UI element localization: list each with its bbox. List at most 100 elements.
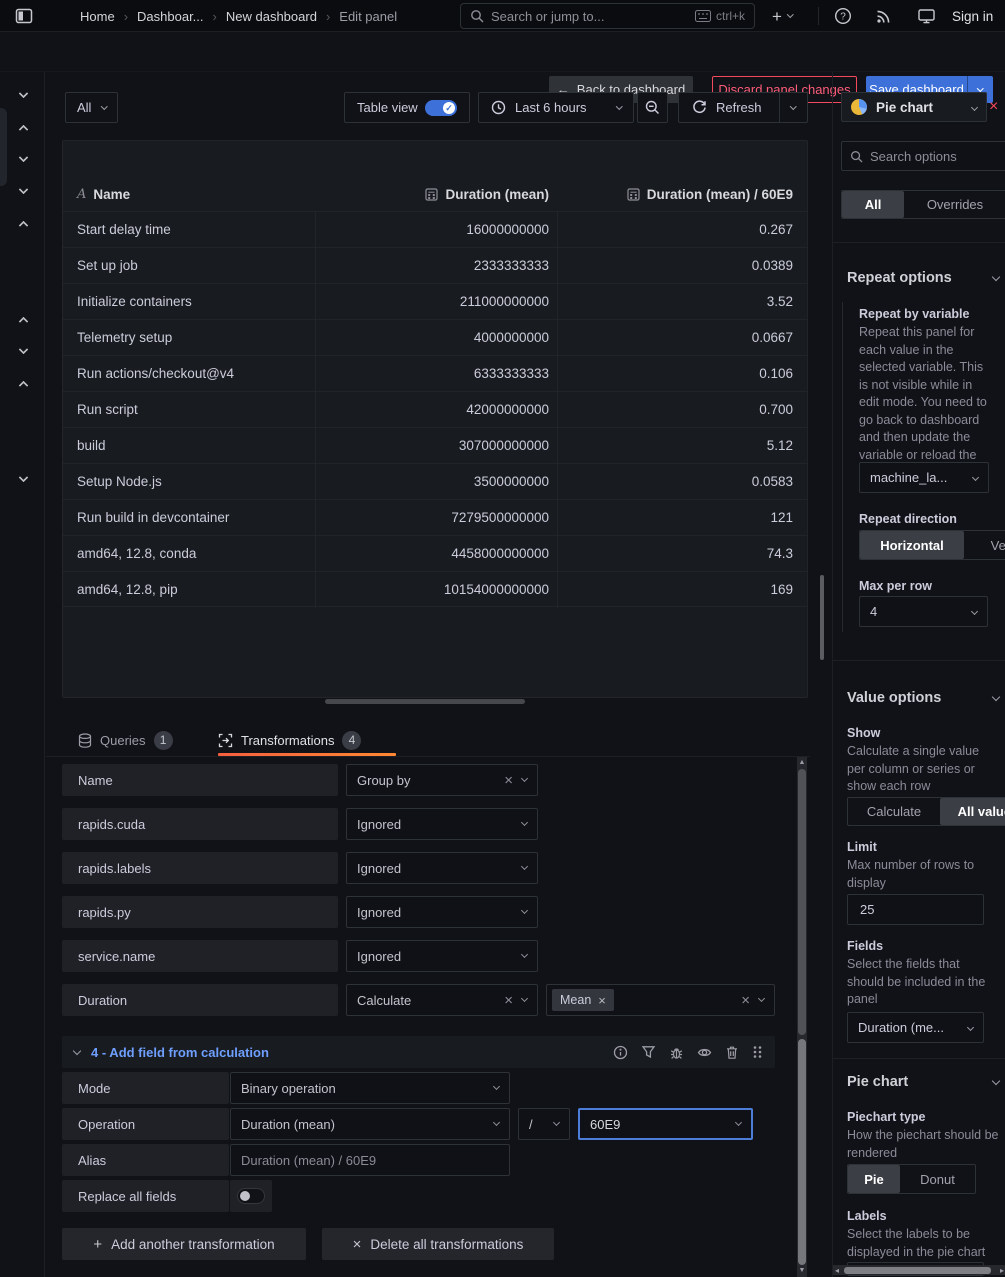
- tab-queries[interactable]: Queries 1: [78, 727, 173, 753]
- limit-input[interactable]: [847, 894, 984, 925]
- breadcrumb-item[interactable]: New dashboard: [226, 9, 317, 24]
- repeat-variable-select[interactable]: machine_la...: [859, 462, 989, 493]
- rail-chevron-up-icon[interactable]: [20, 217, 27, 232]
- tab-all[interactable]: All: [842, 191, 904, 218]
- scrollbar-thumb[interactable]: [798, 1039, 806, 1265]
- scroll-down-icon[interactable]: ▼: [797, 1266, 807, 1276]
- scroll-left-icon[interactable]: ◂: [835, 1265, 839, 1275]
- scope-variable-select[interactable]: All: [65, 92, 118, 123]
- search-input[interactable]: [491, 9, 688, 24]
- refresh-interval-button[interactable]: [779, 93, 807, 122]
- table-horizontal-scrollbar[interactable]: [325, 699, 525, 704]
- debug-icon[interactable]: [669, 1045, 684, 1060]
- groupby-mode-select[interactable]: Ignored: [346, 852, 538, 884]
- clear-icon[interactable]: ×: [504, 773, 513, 788]
- groupby-mode-select[interactable]: Group by×: [346, 764, 538, 796]
- help-icon[interactable]: ?: [834, 7, 852, 25]
- radio-donut[interactable]: Donut: [900, 1165, 975, 1193]
- section-value-options[interactable]: Value options: [847, 690, 999, 706]
- breadcrumb-item[interactable]: Dashboar...: [137, 9, 204, 24]
- rail-chevron-up-icon[interactable]: [20, 377, 27, 392]
- sign-in-button[interactable]: Sign in: [952, 0, 993, 32]
- table-row[interactable]: Initialize containers2110000000003.52: [63, 283, 807, 319]
- fields-select[interactable]: Duration (me...: [847, 1012, 984, 1043]
- monitor-icon[interactable]: [918, 9, 935, 24]
- table-row[interactable]: Run script420000000000.700: [63, 391, 807, 427]
- rail-chevron-up-icon[interactable]: [20, 121, 27, 136]
- add-transformation-button[interactable]: + Add another transformation: [62, 1228, 306, 1260]
- time-range-picker[interactable]: Last 6 hours: [478, 92, 634, 123]
- scroll-right-icon[interactable]: ▸: [1000, 1265, 1004, 1275]
- tab-transformations[interactable]: Transformations 4: [218, 727, 361, 753]
- rail-chevron-down-icon[interactable]: [20, 341, 27, 356]
- max-per-row-select[interactable]: 4: [859, 596, 988, 627]
- breadcrumb-item[interactable]: Home: [80, 9, 115, 24]
- visualization-picker[interactable]: Pie chart: [841, 92, 987, 122]
- rail-chevron-down-icon[interactable]: [20, 85, 27, 100]
- trash-icon[interactable]: [725, 1045, 739, 1060]
- rail-chevron-down-icon[interactable]: [20, 149, 27, 164]
- clear-icon[interactable]: ×: [504, 993, 513, 1008]
- table-row[interactable]: Start delay time160000000000.267: [63, 211, 807, 247]
- section-pie-chart[interactable]: Pie chart: [847, 1074, 999, 1090]
- radio-calculate[interactable]: Calculate: [848, 798, 940, 825]
- news-rss-icon[interactable]: [876, 8, 892, 24]
- filter-icon[interactable]: [641, 1045, 656, 1059]
- table-row[interactable]: amd64, 12.8, conda445800000000074.3: [63, 535, 807, 571]
- transformation-header[interactable]: 4 - Add field from calculation: [62, 1036, 775, 1068]
- aggregation-select[interactable]: Mean××: [546, 984, 775, 1016]
- table-row[interactable]: Telemetry setup40000000000.0667: [63, 319, 807, 355]
- operand-left-select[interactable]: Duration (mean): [230, 1108, 510, 1140]
- groupby-mode-select[interactable]: Calculate×: [346, 984, 538, 1016]
- close-options-icon[interactable]: ×: [989, 92, 998, 122]
- radio-horizontal[interactable]: Horizontal: [860, 531, 964, 559]
- table-row[interactable]: Run build in devcontainer727950000000012…: [63, 499, 807, 535]
- section-repeat-options[interactable]: Repeat options: [847, 270, 999, 286]
- scroll-up-icon[interactable]: ▲: [797, 758, 807, 768]
- alias-input[interactable]: [230, 1144, 510, 1176]
- operator-select[interactable]: /: [518, 1108, 570, 1140]
- table-row[interactable]: Set up job23333333330.0389: [63, 247, 807, 283]
- new-menu-button[interactable]: +: [772, 0, 792, 32]
- options-search-input[interactable]: [870, 149, 998, 164]
- radio-all-values[interactable]: All values: [940, 798, 1005, 825]
- sidebar-toggle-icon[interactable]: [15, 7, 33, 25]
- global-search[interactable]: ctrl+k: [460, 3, 755, 29]
- groupby-mode-select[interactable]: Ignored: [346, 808, 538, 840]
- delete-all-transformations-button[interactable]: × Delete all transformations: [322, 1228, 554, 1260]
- collapse-chevron-icon[interactable]: [73, 1047, 81, 1055]
- drag-handle-icon[interactable]: [752, 1044, 763, 1060]
- rail-chevron-down-icon[interactable]: [20, 469, 27, 484]
- tab-overrides[interactable]: Overrides: [904, 191, 1005, 218]
- options-search[interactable]: [841, 141, 1005, 171]
- mode-select[interactable]: Binary operation: [230, 1072, 510, 1104]
- table-row[interactable]: build3070000000005.12: [63, 427, 807, 463]
- scrollbar-track-segment[interactable]: [798, 769, 806, 1035]
- table-row[interactable]: Setup Node.js35000000000.0583: [63, 463, 807, 499]
- column-header-name[interactable]: A Name: [63, 187, 315, 202]
- options-horizontal-scrollbar[interactable]: ◂ ▸: [833, 1265, 1005, 1275]
- column-header-ratio[interactable]: Duration (mean) / 60E9: [557, 187, 807, 202]
- transformations-vertical-scrollbar[interactable]: ▲ ▼: [797, 757, 807, 1277]
- column-header-duration[interactable]: Duration (mean): [315, 187, 557, 202]
- edit-pane-scrollbar-thumb[interactable]: [820, 575, 824, 660]
- clear-icon[interactable]: ×: [741, 993, 750, 1008]
- replace-all-fields-toggle[interactable]: [230, 1180, 272, 1212]
- zoom-out-time-button[interactable]: [637, 92, 668, 123]
- rail-chevron-down-icon[interactable]: [20, 181, 27, 196]
- table-row[interactable]: Run actions/checkout@v463333333330.106: [63, 355, 807, 391]
- radio-pie[interactable]: Pie: [848, 1165, 900, 1193]
- info-icon[interactable]: [613, 1045, 628, 1060]
- refresh-button[interactable]: Refresh: [678, 92, 808, 123]
- groupby-mode-select[interactable]: Ignored: [346, 940, 538, 972]
- rail-chevron-up-icon[interactable]: [20, 313, 27, 328]
- table-view-toggle[interactable]: ✓: [425, 100, 457, 116]
- scrollbar-thumb[interactable]: [844, 1267, 991, 1274]
- groupby-mode-select[interactable]: Ignored: [346, 896, 538, 928]
- eye-icon[interactable]: [697, 1045, 712, 1060]
- remove-tag-icon[interactable]: ×: [598, 993, 606, 1008]
- aggregation-chip[interactable]: Mean×: [552, 989, 614, 1011]
- operand-right-select[interactable]: 60E9: [578, 1108, 753, 1140]
- radio-vertical[interactable]: Vertical: [964, 531, 1005, 559]
- table-row[interactable]: amd64, 12.8, pip10154000000000169: [63, 571, 807, 607]
